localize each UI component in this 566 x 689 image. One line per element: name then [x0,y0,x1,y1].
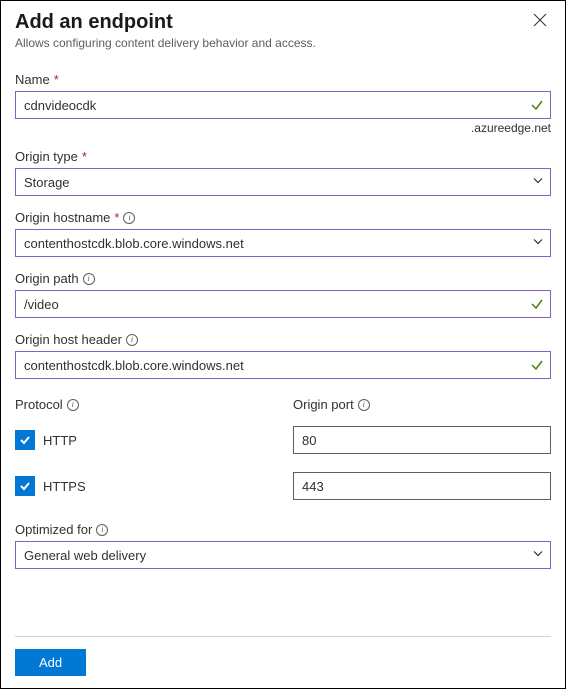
info-icon[interactable]: i [358,399,370,411]
divider [15,636,551,637]
origin-path-input[interactable] [15,290,551,318]
name-suffix: .azureedge.net [15,121,551,135]
name-input[interactable] [15,91,551,119]
https-label: HTTPS [43,479,86,494]
origin-path-label: Origin path [15,271,79,286]
http-label: HTTP [43,433,77,448]
info-icon[interactable]: i [123,212,135,224]
origin-hostname-label: Origin hostname [15,210,110,225]
optimized-for-select[interactable] [15,541,551,569]
required-asterisk: * [114,210,119,225]
close-icon [533,14,547,31]
info-icon[interactable]: i [83,273,95,285]
origin-type-label: Origin type [15,149,78,164]
info-icon[interactable]: i [96,524,108,536]
origin-host-header-input[interactable] [15,351,551,379]
add-button[interactable]: Add [15,649,86,676]
origin-hostname-select[interactable] [15,229,551,257]
http-checkbox-row[interactable]: HTTP [15,426,273,454]
required-asterisk: * [82,149,87,164]
panel-subtitle: Allows configuring content delivery beha… [15,36,316,50]
panel-title: Add an endpoint [15,11,316,34]
info-icon[interactable]: i [126,334,138,346]
http-port-input[interactable] [293,426,551,454]
protocol-label: Protocol [15,397,63,412]
close-button[interactable] [529,11,551,33]
checkbox-checked-icon [15,430,35,450]
required-asterisk: * [54,72,59,87]
optimized-for-label: Optimized for [15,522,92,537]
checkbox-checked-icon [15,476,35,496]
info-icon[interactable]: i [67,399,79,411]
https-port-input[interactable] [293,472,551,500]
origin-type-select[interactable] [15,168,551,196]
origin-port-label: Origin port [293,397,354,412]
name-label: Name [15,72,50,87]
https-checkbox-row[interactable]: HTTPS [15,472,273,500]
origin-host-header-label: Origin host header [15,332,122,347]
